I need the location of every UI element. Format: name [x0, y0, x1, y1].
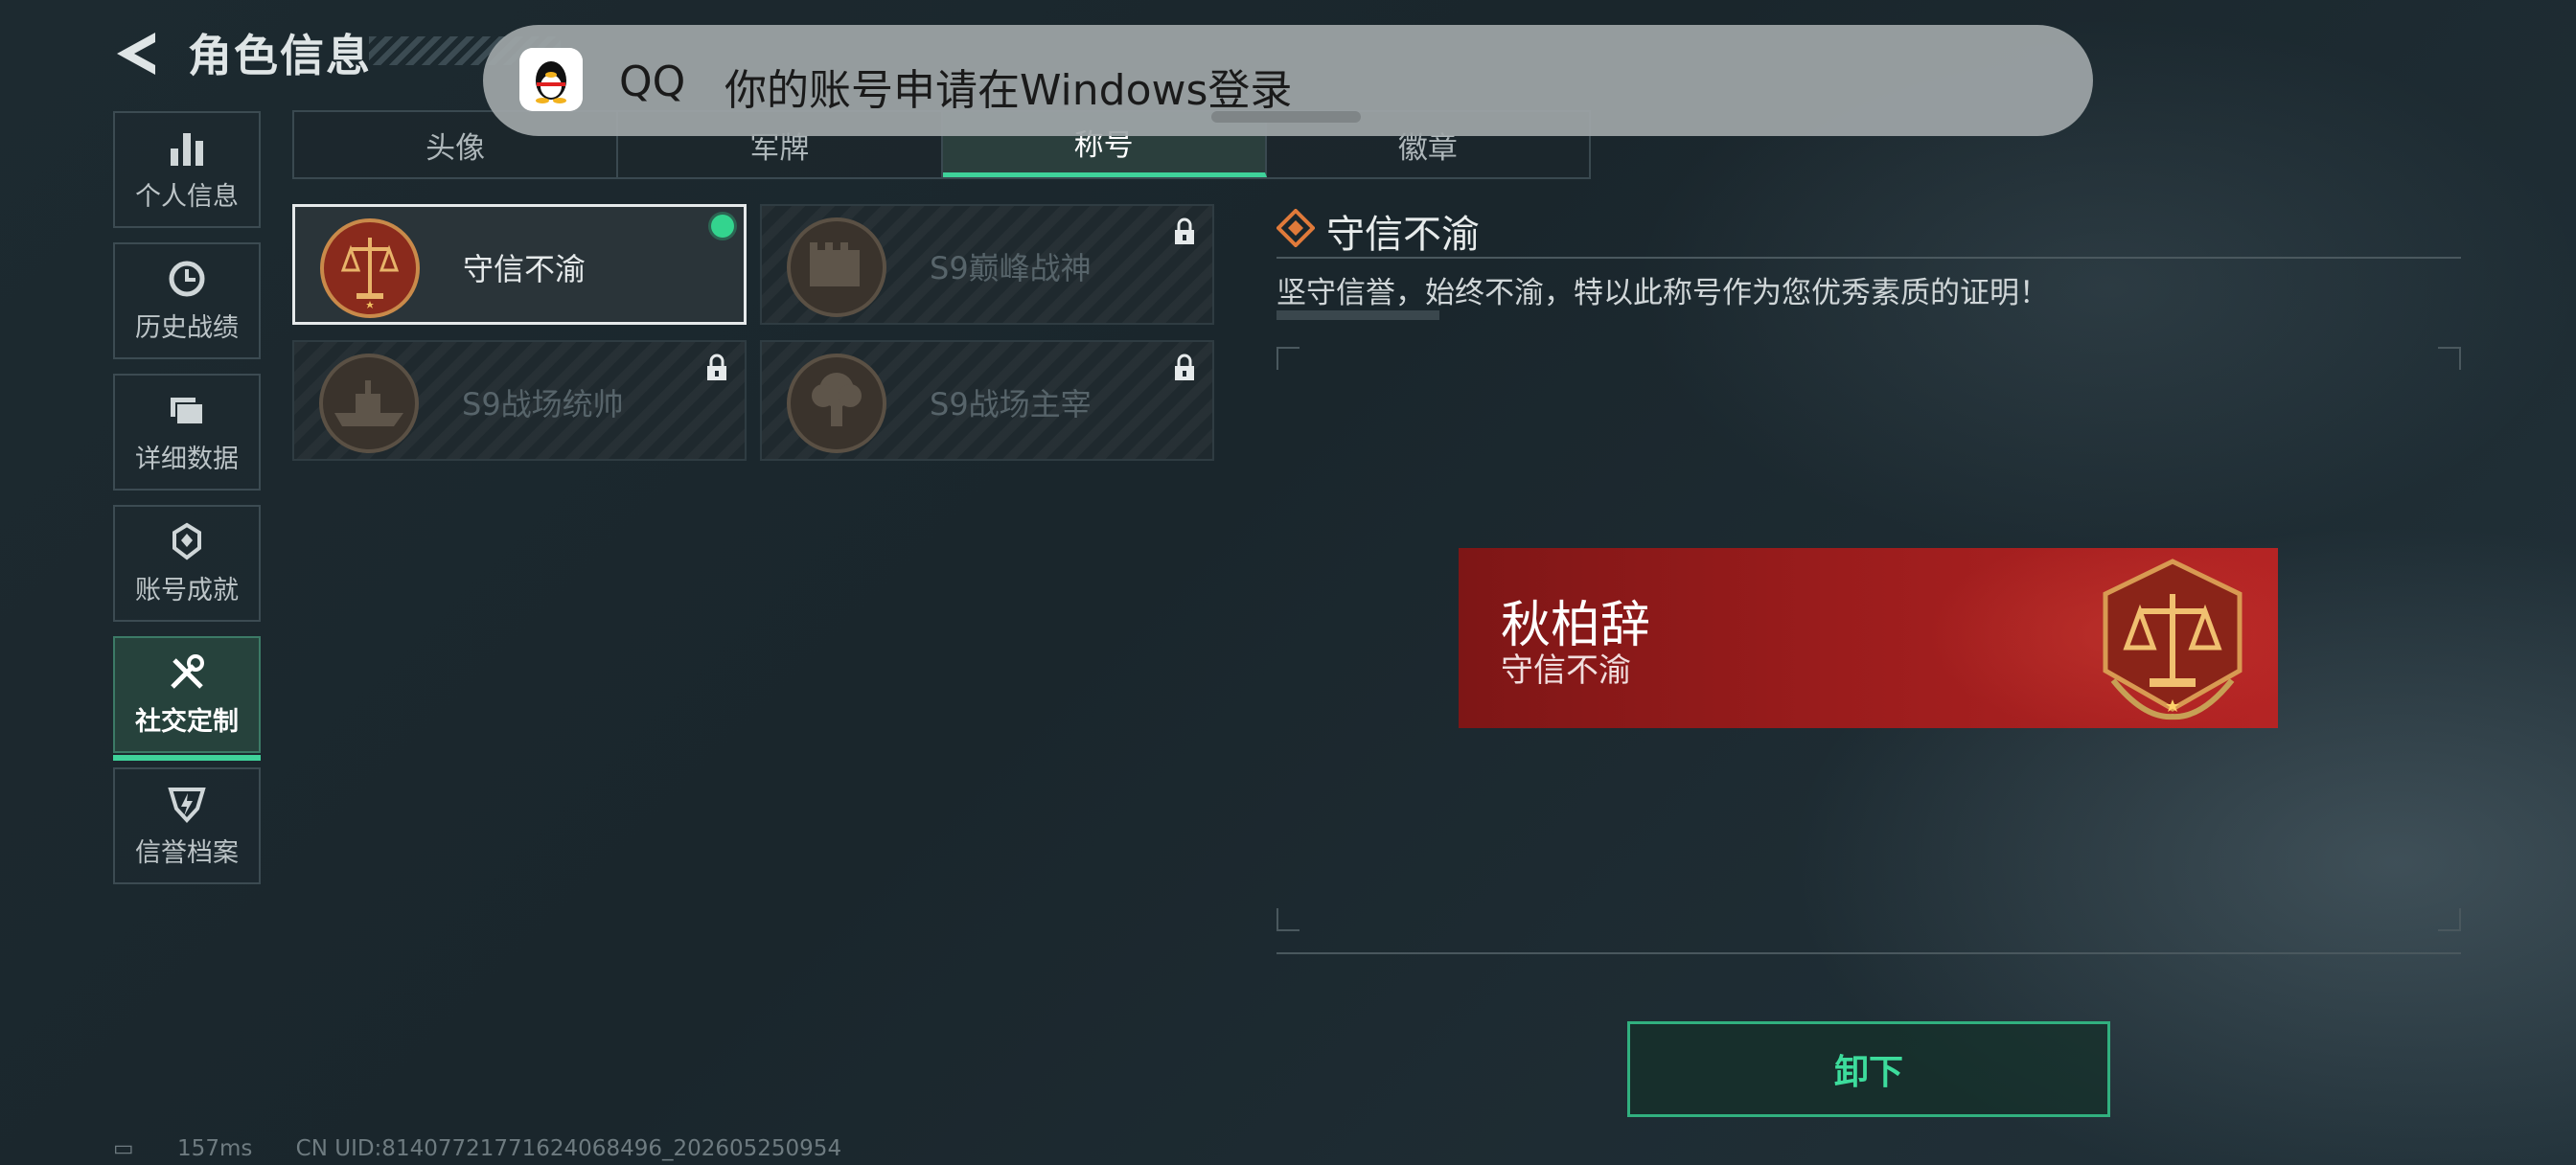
title-name: S9战场主宰	[930, 386, 1092, 423]
title-card[interactable]: 守信不渝	[292, 204, 747, 325]
lock-icon	[1175, 354, 1194, 380]
scales-medal-icon	[2103, 559, 2242, 720]
divider	[1276, 952, 2461, 954]
ping-value: 157ms	[177, 1136, 253, 1161]
divider	[1276, 257, 2461, 259]
sidebar-item-label: 信誉档案	[135, 837, 239, 868]
detail-title: 守信不渝	[1326, 213, 1480, 257]
notification-message: 你的账号申请在Windows登录	[724, 66, 1293, 115]
qq-penguin-icon	[519, 48, 583, 111]
status-bar: ▭ 157ms CN UID:8140772177162406849​6_202…	[113, 1136, 878, 1161]
notification-handle[interactable]	[1211, 111, 1361, 123]
sidebar-item-label: 历史战绩	[135, 312, 239, 343]
detail-description: 坚守信誉，始终不渝，特以此称号作为您优秀素质的证明！	[1276, 276, 2049, 310]
back-arrow-icon[interactable]	[113, 29, 159, 79]
unequip-button[interactable]: 卸下	[1627, 1021, 2110, 1117]
title-card[interactable]: S9战场统帅	[292, 340, 747, 461]
fortress-medal-icon	[787, 217, 886, 317]
equipped-indicator	[711, 215, 734, 238]
decoration-bar	[1276, 310, 1439, 320]
credit-icon	[168, 787, 206, 823]
sidebar-item-personal-info[interactable]: 个人信息	[113, 111, 261, 228]
sidebar-item-social-custom[interactable]: 社交定制	[113, 636, 261, 761]
lock-icon	[707, 354, 726, 380]
sidebar-item-label: 详细数据	[135, 444, 239, 474]
lock-icon	[1175, 217, 1194, 244]
page-title: 角色信息	[188, 30, 372, 81]
explosion-medal-icon	[787, 354, 886, 453]
warship-medal-icon	[319, 354, 419, 453]
qq-login-notification[interactable]: QQ 你的账号申请在Windows登录	[483, 25, 2093, 136]
achievement-icon	[172, 522, 201, 560]
sidebar-item-history[interactable]: 历史战绩	[113, 242, 261, 359]
title-name: 守信不渝	[463, 251, 586, 287]
tools-icon	[171, 653, 204, 689]
sidebar-item-label: 账号成就	[135, 575, 239, 605]
title-name: S9战场统帅	[462, 386, 624, 423]
notification-app: QQ	[619, 57, 686, 106]
diamond-icon	[1276, 209, 1315, 247]
sidebar-item-credit[interactable]: 信誉档案	[113, 767, 261, 884]
sidebar-item-label: 社交定制	[135, 706, 239, 737]
folder-icon	[171, 397, 204, 425]
scales-medal-icon	[320, 218, 420, 318]
history-icon	[169, 261, 205, 296]
title-name: S9巅峰战神	[930, 250, 1092, 286]
battery-icon: ▭	[113, 1136, 134, 1161]
sidebar-item-achievements[interactable]: 账号成就	[113, 505, 261, 622]
sidebar-item-details[interactable]: 详细数据	[113, 374, 261, 491]
bar-chart-icon	[171, 132, 203, 166]
preview-title: 守信不渝	[1501, 651, 1631, 690]
title-card[interactable]: S9巅峰战神	[760, 204, 1214, 325]
title-preview-banner: 秋柏辞 守信不渝	[1459, 548, 2278, 728]
uid-text: CN UID:8140772177162406849​6_20260525095…	[295, 1136, 842, 1161]
title-card[interactable]: S9战场主宰	[760, 340, 1214, 461]
sidebar-item-label: 个人信息	[135, 181, 239, 212]
